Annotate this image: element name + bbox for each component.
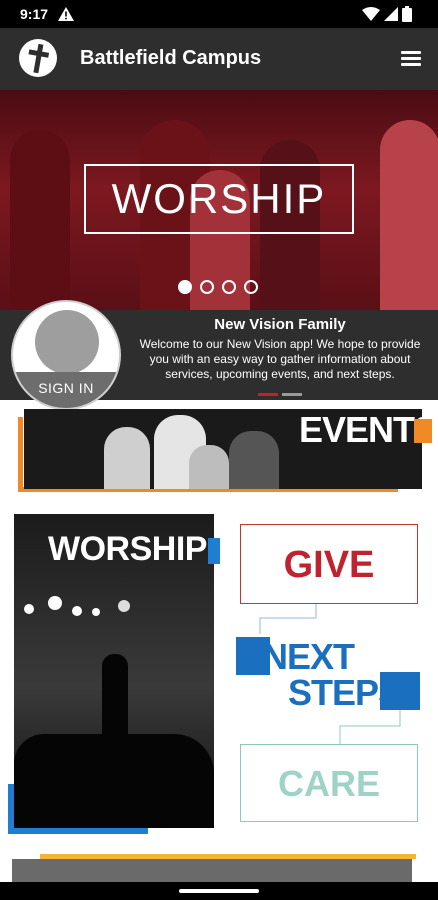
hero-title: WORSHIP: [111, 175, 327, 222]
alert-icon: [58, 7, 74, 26]
give-tile[interactable]: GIVE: [240, 524, 418, 604]
status-time: 9:17: [20, 6, 49, 22]
wifi-icon: [362, 7, 380, 26]
worship-tile[interactable]: WORSHIP: [8, 514, 220, 838]
stage-light: [92, 608, 100, 616]
status-bar: 9:17: [0, 0, 438, 28]
stage-light: [48, 596, 62, 610]
events-label: EVENTS: [299, 409, 422, 450]
page-indicator: [282, 393, 302, 396]
carousel-dot[interactable]: [244, 280, 258, 294]
hero-crowd-figure: [10, 130, 70, 310]
stage-light: [72, 606, 82, 616]
hero-title-frame: WORSHIP: [84, 164, 354, 234]
sign-in-avatar[interactable]: SIGN IN: [11, 300, 121, 410]
events-photo-person: [229, 431, 279, 489]
welcome-message: Welcome to our New Vision app! We hope t…: [139, 337, 421, 381]
cross-logo-icon[interactable]: [19, 39, 57, 77]
carousel-dot[interactable]: [178, 280, 192, 294]
carousel-dot[interactable]: [200, 280, 214, 294]
avatar-icon: [35, 310, 99, 374]
raised-hand: [102, 654, 128, 744]
next-steps-label-line2[interactable]: STEPS: [288, 672, 402, 714]
stage-light: [118, 600, 130, 612]
battery-icon: [402, 6, 412, 27]
hamburger-menu-icon[interactable]: [398, 48, 424, 70]
give-label: GIVE: [283, 544, 375, 586]
connector-lines: [339, 710, 401, 744]
worship-label: WORSHIP: [48, 530, 207, 568]
events-photo-person: [189, 445, 229, 489]
carousel-dot[interactable]: [222, 280, 236, 294]
hero-carousel[interactable]: WORSHIP: [0, 90, 438, 310]
signal-icon: [384, 7, 398, 26]
carousel-dots: [178, 280, 258, 294]
events-photo: EVENTS: [24, 409, 422, 489]
worship-accent-bar: [8, 828, 148, 834]
connector-lines: [259, 604, 317, 634]
system-nav-bar: [0, 882, 438, 900]
home-gesture-handle[interactable]: [179, 889, 259, 893]
worship-photo: WORSHIP: [14, 514, 214, 828]
events-accent-bar: [18, 417, 23, 492]
events-photo-person: [104, 427, 150, 489]
events-tile[interactable]: EVENTS: [14, 407, 434, 499]
events-letter-accent: [414, 419, 432, 443]
peek-photo: [12, 859, 412, 883]
page-indicator-active: [258, 393, 278, 396]
app-bar: Battlefield Campus: [0, 28, 438, 90]
app-title: Battlefield Campus: [80, 47, 262, 69]
care-tile[interactable]: CARE: [240, 744, 418, 822]
welcome-title: New Vision Family: [214, 316, 346, 333]
next-tile-peek[interactable]: [0, 854, 438, 883]
status-icons: [362, 6, 412, 27]
stage-light: [24, 604, 34, 614]
crowd-silhouette: [14, 734, 214, 828]
hero-crowd-figure: [380, 120, 438, 310]
care-label: CARE: [277, 763, 380, 804]
sign-in-label: SIGN IN: [38, 380, 94, 396]
worship-letter-accent: [208, 538, 220, 564]
